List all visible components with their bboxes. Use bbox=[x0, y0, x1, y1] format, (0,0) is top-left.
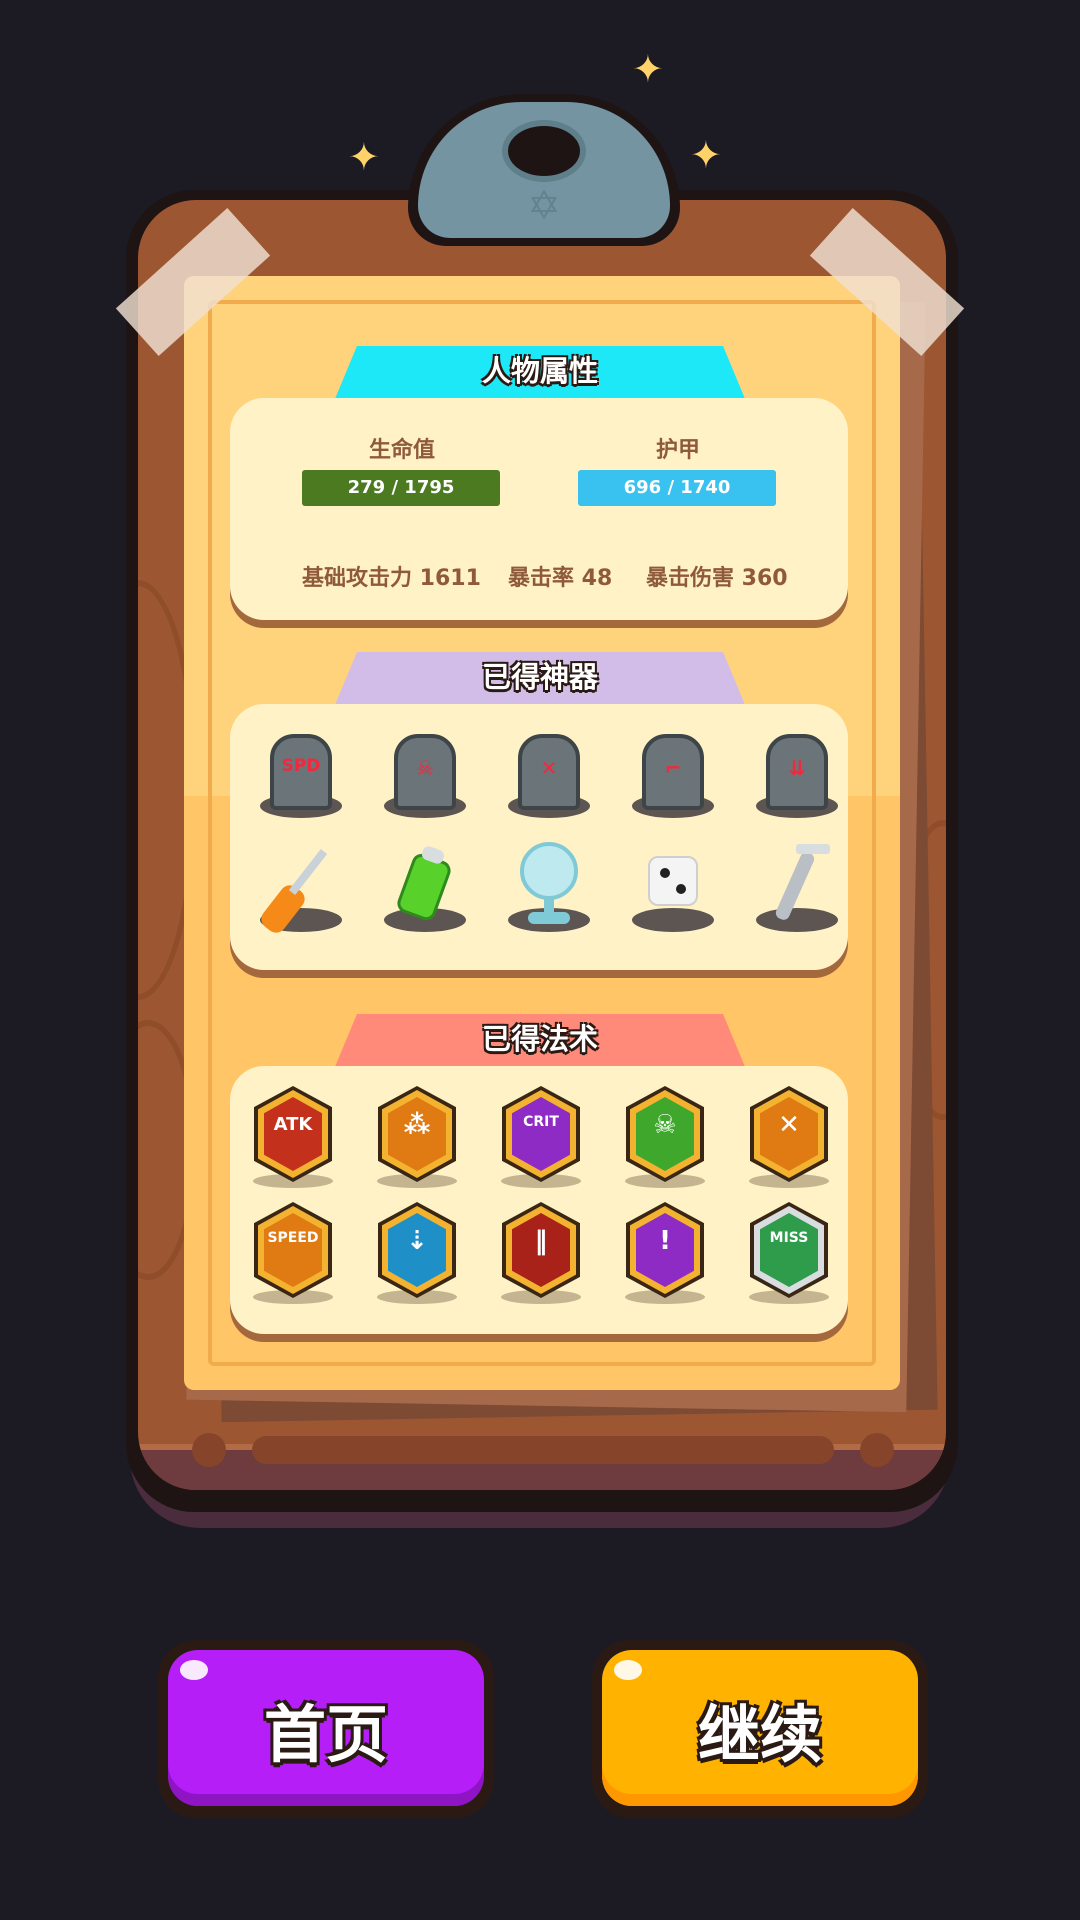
skull-glyph: ☠ bbox=[416, 756, 434, 780]
star-emblem-icon: ✡ bbox=[527, 183, 561, 229]
button-shine bbox=[180, 1660, 208, 1680]
badge-glyph: ⁂ bbox=[403, 1110, 431, 1140]
crit-damage-stat: 暴击伤害 360 bbox=[646, 566, 788, 591]
hp-bar: 279 / 1795 bbox=[302, 470, 500, 506]
fan-base bbox=[528, 912, 570, 924]
home-button[interactable]: 首页 bbox=[158, 1640, 494, 1818]
boot-tombstone-icon[interactable]: ⌐ bbox=[624, 728, 720, 824]
battery-icon[interactable] bbox=[376, 842, 472, 938]
sparkle-icon: ✦ bbox=[348, 135, 380, 179]
badge-glyph: ☠ bbox=[653, 1110, 677, 1140]
tombstone: ⌐ bbox=[642, 734, 704, 810]
cross-glyph: ✕ bbox=[540, 756, 558, 780]
badge-glyph: ATK bbox=[273, 1114, 313, 1135]
artifacts-title: 已得神器 bbox=[481, 660, 598, 694]
dice-pip bbox=[660, 868, 670, 878]
armor-bar: 696 / 1740 bbox=[578, 470, 776, 506]
boot-glyph: ⌐ bbox=[664, 756, 682, 780]
tombstone: SPD bbox=[270, 734, 332, 810]
tombstone: ✕ bbox=[518, 734, 580, 810]
continue-button[interactable]: 继续 bbox=[592, 1640, 928, 1818]
badge-glyph: ✕ bbox=[778, 1110, 800, 1140]
badge-glyph: CRIT bbox=[523, 1114, 559, 1130]
dice-icon[interactable] bbox=[624, 842, 720, 938]
continue-button-label: 继续 bbox=[697, 1698, 822, 1771]
dice-pip bbox=[676, 884, 686, 894]
tombstone: ⇊ bbox=[766, 734, 828, 810]
badge-glyph: ‖ bbox=[534, 1226, 548, 1256]
fan-icon[interactable] bbox=[500, 842, 596, 938]
spells-title: 已得法术 bbox=[481, 1022, 598, 1056]
button-shine bbox=[614, 1660, 642, 1680]
fan-head bbox=[520, 842, 578, 900]
badge-glyph: ! bbox=[659, 1226, 671, 1256]
speed-tombstone-icon[interactable]: SPD bbox=[252, 728, 348, 824]
spd-glyph: SPD bbox=[281, 756, 321, 776]
item-shadow bbox=[632, 908, 714, 932]
impact-tombstone-icon[interactable]: ⇊ bbox=[748, 728, 844, 824]
badge-glyph: MISS bbox=[769, 1230, 809, 1246]
item-shadow bbox=[756, 908, 838, 932]
screwdriver-shaft bbox=[288, 849, 328, 895]
hp-label: 生命值 bbox=[368, 438, 435, 463]
razor-head bbox=[796, 844, 830, 854]
razor-icon[interactable] bbox=[748, 842, 844, 938]
crit-rate-stat: 暴击率 48 bbox=[508, 566, 613, 591]
home-button-label: 首页 bbox=[263, 1698, 388, 1771]
stats-title: 人物属性 bbox=[481, 354, 598, 388]
crossed-arrows-tombstone-icon[interactable]: ✕ bbox=[500, 728, 596, 824]
sparkle-icon: ✦ bbox=[690, 133, 722, 177]
rail-dot bbox=[192, 1433, 226, 1467]
armor-label: 护甲 bbox=[655, 438, 700, 463]
badge-glyph: ⇣ bbox=[406, 1226, 428, 1256]
badge-glyph: SPEED bbox=[267, 1230, 319, 1246]
clip-hole bbox=[502, 120, 586, 182]
rail-dot bbox=[860, 1433, 894, 1467]
impact-glyph: ⇊ bbox=[788, 756, 806, 780]
clipboard-rail bbox=[252, 1436, 834, 1464]
screwdriver-icon[interactable] bbox=[252, 842, 348, 938]
base-attack-stat: 基础攻击力 1611 bbox=[302, 566, 481, 591]
artifacts-card: SPD ☠ ✕ ⌐ ⇊ bbox=[230, 704, 848, 970]
sparkle-icon: ✦ bbox=[632, 47, 664, 91]
skull-flame-tombstone-icon[interactable]: ☠ bbox=[376, 728, 472, 824]
dice-body bbox=[648, 856, 698, 906]
tombstone: ☠ bbox=[394, 734, 456, 810]
